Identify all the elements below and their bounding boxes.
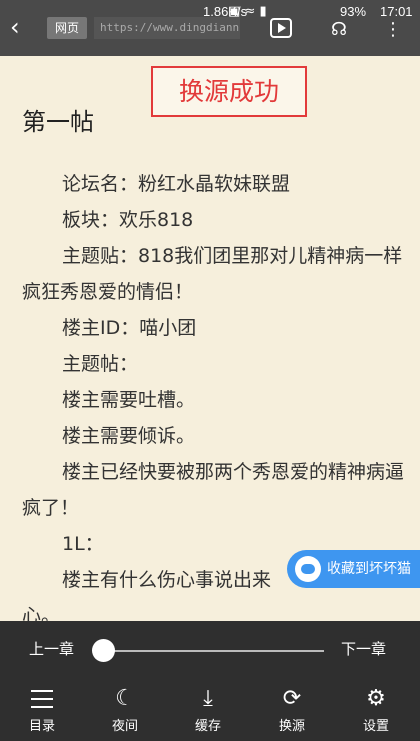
top-bar: ‹ 网页 https://www.dingdiann.coi 1.86K/s ▣… bbox=[0, 0, 420, 56]
back-icon[interactable]: ‹ bbox=[10, 14, 32, 40]
prev-chapter-button[interactable]: 上一章 bbox=[29, 638, 74, 659]
next-chapter-button[interactable]: 下一章 bbox=[341, 638, 386, 659]
chapter-title: 第一帖 bbox=[22, 108, 94, 136]
slider-thumb[interactable] bbox=[92, 639, 115, 662]
signal-icon: ▮ bbox=[259, 4, 267, 19]
toc-button[interactable]: 目录 bbox=[12, 685, 72, 734]
cache-label: 缓存 bbox=[194, 719, 221, 734]
headphones-icon[interactable]: ☊ bbox=[326, 18, 352, 42]
vibrate-icon: ▣ bbox=[228, 4, 241, 19]
paragraph: 楼主ID：喵小团 bbox=[62, 317, 197, 339]
change-source-button[interactable]: ⟳ 换源 bbox=[262, 685, 322, 734]
toc-label: 目录 bbox=[28, 719, 55, 734]
settings-label: 设置 bbox=[362, 719, 389, 734]
settings-button[interactable]: ⚙ 设置 bbox=[346, 685, 406, 734]
paragraph: 论坛名：粉红水晶软妹联盟 bbox=[62, 173, 291, 195]
cat-icon bbox=[295, 556, 321, 582]
more-icon[interactable]: ⋮ bbox=[380, 18, 406, 42]
play-icon[interactable] bbox=[268, 18, 294, 42]
change-source-label: 换源 bbox=[278, 719, 305, 734]
favorite-button[interactable]: 收藏到坏坏猫 bbox=[287, 550, 420, 588]
progress-slider[interactable] bbox=[102, 650, 324, 652]
battery-level: 93% bbox=[340, 4, 367, 19]
paragraph: 板块：欢乐818 bbox=[62, 209, 194, 231]
status-icons: ▣ ≈ ▮ bbox=[228, 4, 267, 19]
paragraph: 楼主已经快要被那两个秀恩爱的精神病逼疯了！ bbox=[22, 461, 405, 519]
night-mode-button[interactable]: ☾ 夜间 bbox=[95, 685, 155, 734]
wifi-icon: ≈ bbox=[244, 4, 256, 19]
favorite-label: 收藏到坏坏猫 bbox=[327, 561, 411, 577]
download-icon: ⤓ bbox=[203, 686, 213, 711]
night-mode-label: 夜间 bbox=[111, 719, 138, 734]
clock: 17:01 bbox=[380, 4, 413, 19]
menu-icon bbox=[12, 685, 72, 713]
gear-icon: ⚙ bbox=[366, 686, 386, 711]
web-badge[interactable]: 网页 bbox=[47, 17, 87, 39]
paragraph: 楼主需要倾诉。 bbox=[62, 425, 196, 447]
url-field[interactable]: https://www.dingdiann.coi bbox=[94, 17, 240, 39]
moon-icon: ☾ bbox=[115, 686, 135, 711]
paragraph: 主题帖： bbox=[62, 353, 139, 375]
cache-button[interactable]: ⤓ 缓存 bbox=[178, 685, 238, 734]
toast-message: 换源成功 bbox=[151, 66, 307, 117]
refresh-icon: ⟳ bbox=[282, 686, 302, 711]
paragraph: 楼主需要吐槽。 bbox=[62, 389, 196, 411]
reader-control-panel: 上一章 下一章 目录 ☾ 夜间 ⤓ 缓存 ⟳ 换源 ⚙ 设置 bbox=[0, 621, 420, 741]
paragraph: 主题贴：818我们团里那对儿精神病一样疯狂秀恩爱的情侣！ bbox=[22, 245, 403, 303]
